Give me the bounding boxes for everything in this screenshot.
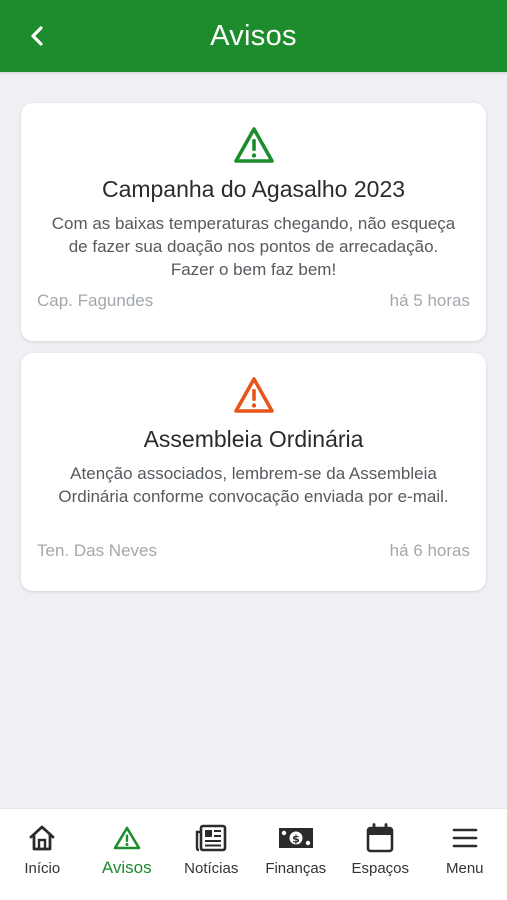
- newspaper-icon: [196, 824, 227, 852]
- tab-label: Menu: [445, 860, 484, 877]
- tab-noticias[interactable]: Notícias: [169, 809, 254, 900]
- tab-label: Espaços: [351, 860, 410, 877]
- home-icon: [29, 825, 55, 851]
- chevron-left-icon: [31, 26, 43, 46]
- notice-card[interactable]: Campanha do Agasalho 2023 Com as baixas …: [21, 103, 486, 341]
- money-icon: $: [278, 828, 313, 848]
- tab-label: Início: [24, 860, 61, 877]
- warning-triangle-icon: [113, 826, 141, 850]
- app-header: Avisos: [0, 0, 507, 72]
- tab-menu[interactable]: Menu: [423, 809, 507, 900]
- bottom-tab-bar: Início Avisos Notícias $ Finanças Espaço…: [0, 808, 507, 900]
- notice-body: Com as baixas temperaturas chegando, não…: [51, 214, 456, 279]
- tab-label: Notícias: [184, 860, 239, 877]
- back-button[interactable]: [18, 16, 58, 56]
- tab-label: Avisos: [101, 858, 152, 877]
- svg-text:$: $: [292, 833, 300, 846]
- tab-inicio[interactable]: Início: [0, 809, 85, 900]
- tab-avisos[interactable]: Avisos: [85, 809, 170, 900]
- notice-card[interactable]: Assembleia Ordinária Atenção associados,…: [21, 353, 486, 591]
- notice-time: há 5 horas: [389, 291, 470, 310]
- notice-body: Atenção associados, lembrem-se da Assemb…: [58, 464, 449, 506]
- tab-espacos[interactable]: Espaços: [338, 809, 423, 900]
- notice-time: há 6 horas: [389, 541, 470, 560]
- notice-title: Assembleia Ordinária: [143, 426, 364, 452]
- notice-author: Cap. Fagundes: [37, 291, 154, 310]
- notice-author: Ten. Das Neves: [37, 541, 157, 560]
- calendar-icon: [366, 823, 394, 853]
- warning-triangle-icon: [233, 127, 274, 163]
- hamburger-menu-icon: [452, 828, 478, 848]
- tab-label: Finanças: [265, 860, 327, 877]
- warning-triangle-icon: [233, 377, 274, 413]
- notice-title: Campanha do Agasalho 2023: [101, 176, 406, 202]
- tab-financas[interactable]: $ Finanças: [254, 809, 339, 900]
- page-title: Avisos: [210, 19, 297, 52]
